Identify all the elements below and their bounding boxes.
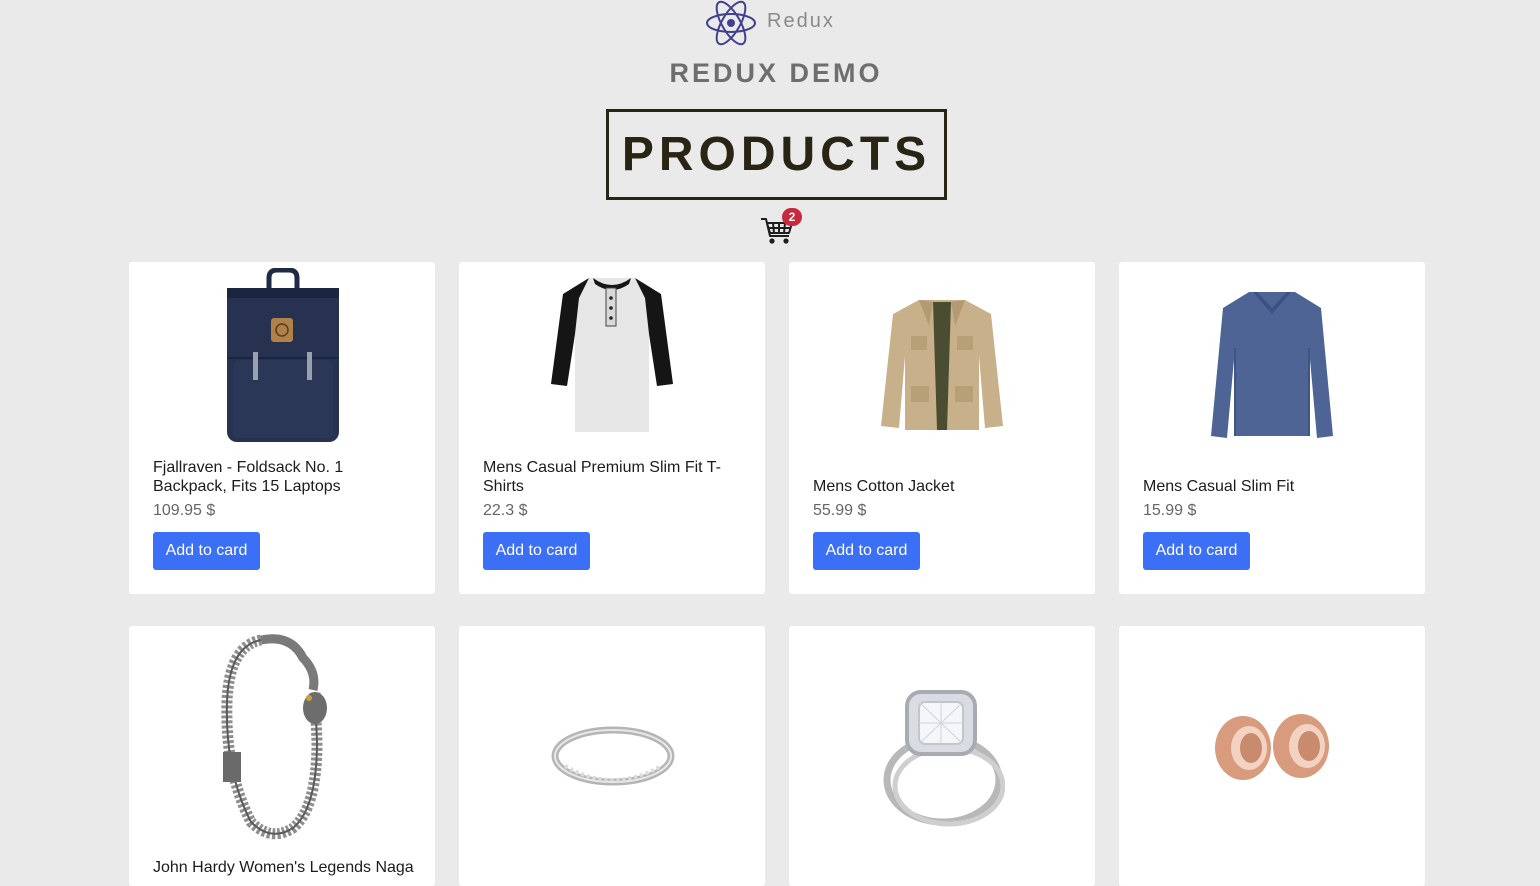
add-to-card-button[interactable]: Add to card (483, 532, 590, 570)
product-image-backpack (129, 262, 435, 452)
brand-name: Redux (767, 10, 835, 32)
product-image-dragon-bracelet (129, 626, 435, 842)
product-price: 22.3 $ (483, 502, 528, 519)
react-atom-icon (706, 0, 756, 46)
product-card: Mens Casual Slim Fit 15.99 $ Add to card (1119, 262, 1425, 594)
cart-count-badge: 2 (782, 208, 802, 226)
product-image-long-sleeve-shirt (1119, 262, 1425, 452)
page-title-box: PRODUCTS (606, 109, 947, 200)
product-card (459, 626, 765, 886)
product-card: Fjallraven - Foldsack No. 1 Backpack, Fi… (129, 262, 435, 594)
brand[interactable]: Redux (704, 0, 864, 46)
product-card (1119, 626, 1425, 886)
product-card (789, 626, 1095, 886)
product-price: 55.99 $ (813, 502, 867, 519)
product-title: Mens Casual Premium Slim Fit T-Shirts (483, 459, 721, 495)
add-to-card-button[interactable]: Add to card (813, 532, 920, 570)
product-card: Mens Cotton Jacket 55.99 $ Add to card (789, 262, 1095, 594)
add-to-card-button[interactable]: Add to card (153, 532, 260, 570)
product-image-silver-ring (459, 626, 765, 886)
product-title: Mens Cotton Jacket (813, 478, 955, 495)
product-image-rose-gold-plugs (1119, 626, 1425, 886)
cart-button[interactable]: 2 (760, 208, 804, 248)
product-title: Fjallraven - Foldsack No. 1 Backpack, Fi… (153, 459, 344, 495)
product-image-henley-shirt (459, 262, 765, 452)
demo-title: REDUX DEMO (669, 58, 883, 88)
product-price: 109.95 $ (153, 502, 216, 519)
product-title: Mens Casual Slim Fit (1143, 478, 1295, 495)
product-price: 15.99 $ (1143, 502, 1197, 519)
product-title: John Hardy Women's Legends Naga (153, 859, 414, 876)
product-image-cotton-jacket (789, 262, 1095, 452)
page-title: PRODUCTS (621, 128, 932, 181)
product-image-diamond-ring (789, 626, 1095, 886)
add-to-card-button[interactable]: Add to card (1143, 532, 1250, 570)
product-card: Mens Casual Premium Slim Fit T-Shirts 22… (459, 262, 765, 594)
product-card: John Hardy Women's Legends Naga (129, 626, 435, 886)
page-header: Redux REDUX DEMO PRODUCTS 2 (0, 0, 1540, 262)
